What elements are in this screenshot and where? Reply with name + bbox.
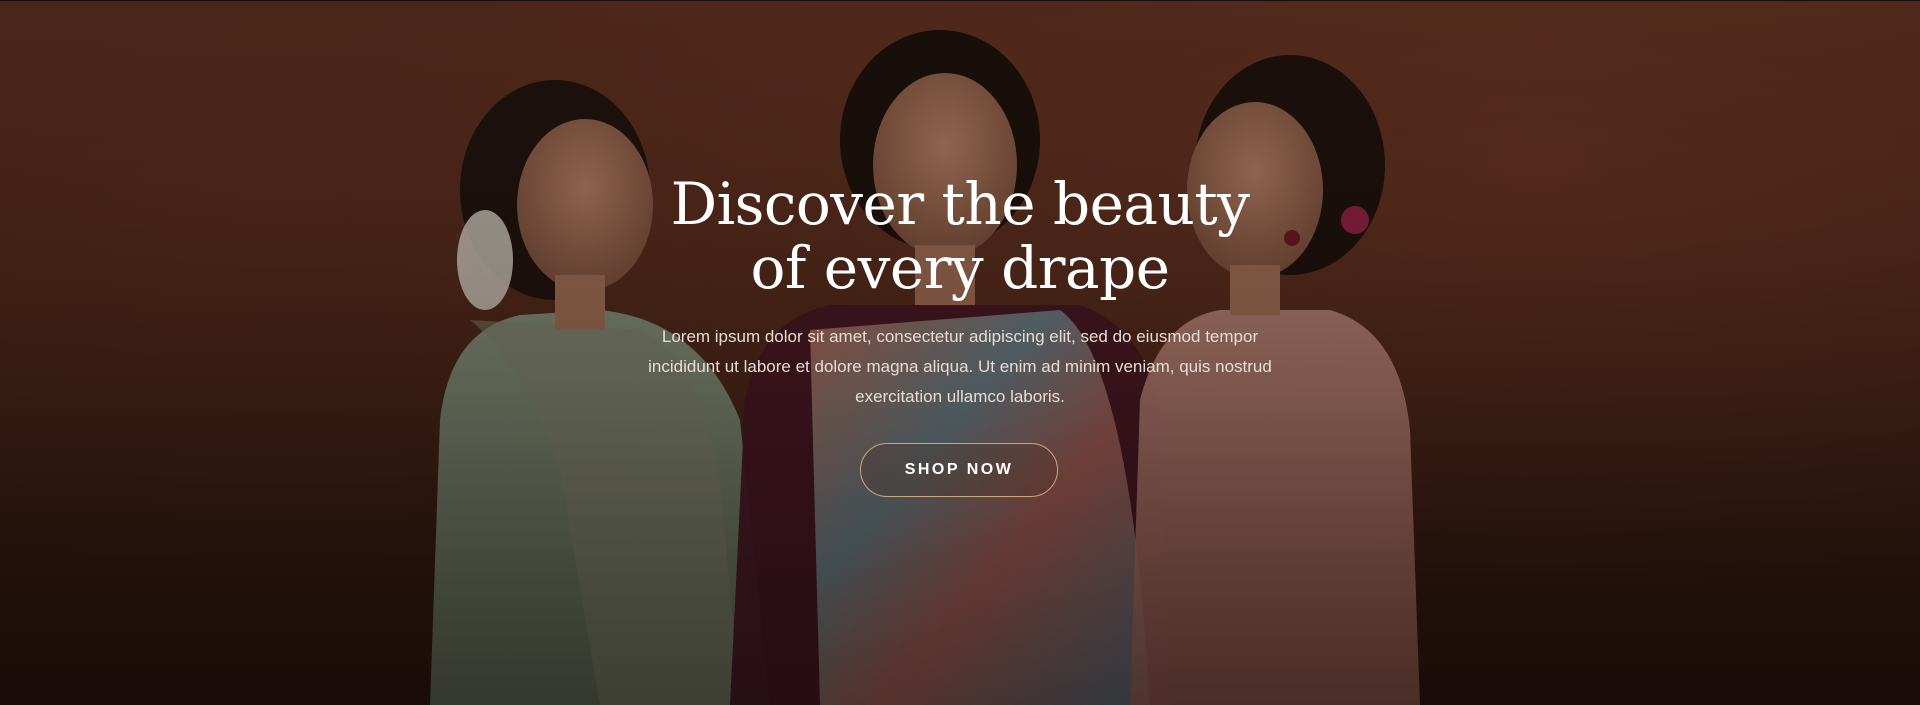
hero-headline-line-2: of every drape <box>750 234 1170 302</box>
hero-banner: Discover the beauty of every drape Lorem… <box>0 0 1920 705</box>
shop-now-button[interactable]: SHOP NOW <box>860 443 1058 497</box>
hero-description: Lorem ipsum dolor sit amet, consectetur … <box>648 327 1272 406</box>
hero-headline-line-1: Discover the beauty <box>670 170 1250 238</box>
hero-headline: Discover the beauty of every drape <box>560 172 1360 300</box>
hero-content: Discover the beauty of every drape Lorem… <box>0 0 1920 705</box>
